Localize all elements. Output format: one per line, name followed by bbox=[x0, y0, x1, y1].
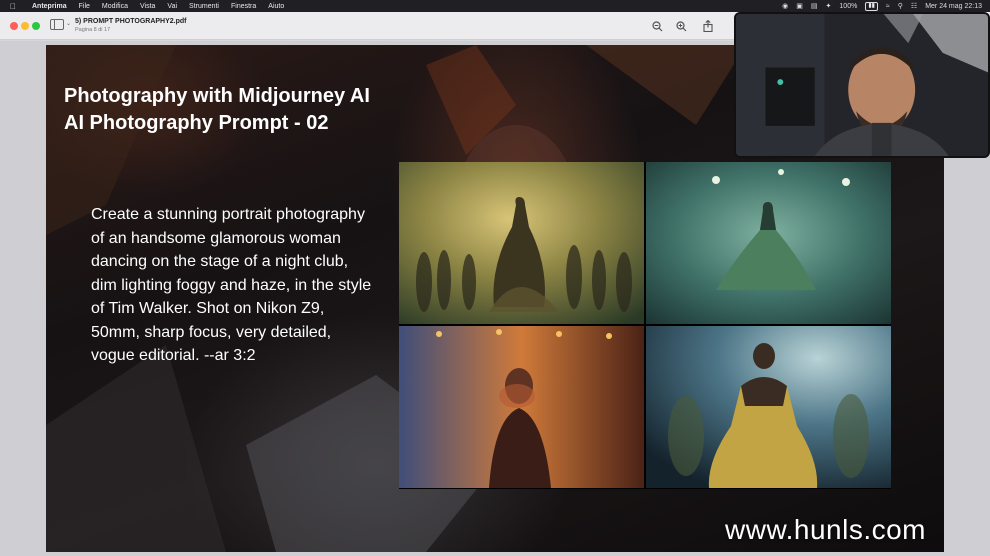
zoom-out-button[interactable] bbox=[649, 18, 665, 34]
menu-modifica[interactable]: Modifica bbox=[102, 3, 128, 10]
slide-title-line-1: Photography with Midjourney AI bbox=[64, 85, 370, 107]
menu-strumenti[interactable]: Strumenti bbox=[189, 3, 219, 10]
zoom-out-icon bbox=[651, 20, 662, 31]
spotlight-search-icon[interactable]: ⚲ bbox=[898, 2, 903, 10]
menu-bar:  Anteprima File Modifica Vista Vai Stru… bbox=[0, 0, 990, 12]
chevron-down-icon[interactable]: ⌄ bbox=[66, 20, 71, 27]
prompt-text: Create a stunning portrait photography o… bbox=[91, 206, 372, 364]
fullscreen-button[interactable] bbox=[32, 22, 40, 30]
battery-icon[interactable]: ▮▮ bbox=[865, 1, 878, 11]
generated-image-2 bbox=[646, 162, 891, 324]
display-icon[interactable]: ▣ bbox=[796, 2, 803, 10]
menu-vai[interactable]: Vai bbox=[167, 3, 177, 10]
page-indicator: Pagina 8 di 17 bbox=[75, 27, 111, 33]
menu-bar-status: ◉ ▣ ▤ ✦ 100% ▮▮ ≈ ⚲ ☷ Mer 24 mag 22:13 bbox=[782, 0, 982, 12]
slide-title-line-2: AI Photography Prompt - 02 bbox=[64, 112, 329, 134]
image-grid bbox=[399, 162, 891, 489]
close-button[interactable] bbox=[10, 22, 18, 30]
control-center-icon[interactable]: ☷ bbox=[911, 2, 917, 10]
share-button[interactable] bbox=[700, 18, 716, 34]
generated-image-4 bbox=[646, 326, 891, 488]
webcam-overlay bbox=[734, 12, 990, 158]
sidebar-toggle-icon[interactable] bbox=[50, 19, 64, 30]
screen-mirror-icon[interactable]: ▤ bbox=[811, 2, 818, 10]
menu-app-name[interactable]: Anteprima bbox=[32, 3, 67, 10]
battery-percent: 100% bbox=[839, 2, 858, 10]
watermark-text: www.hunls.com bbox=[725, 514, 927, 545]
clock-datetime[interactable]: Mer 24 mag 22:13 bbox=[925, 3, 982, 10]
menu-vista[interactable]: Vista bbox=[140, 3, 155, 10]
menu-finestra[interactable]: Finestra bbox=[231, 3, 256, 10]
share-icon bbox=[703, 20, 713, 32]
menu-aiuto[interactable]: Aiuto bbox=[268, 3, 284, 10]
menu-file[interactable]: File bbox=[79, 3, 90, 10]
wifi-icon[interactable]: ≈ bbox=[886, 3, 890, 10]
record-icon[interactable]: ◉ bbox=[782, 2, 788, 10]
generated-image-1 bbox=[399, 162, 644, 324]
minimize-button[interactable] bbox=[21, 22, 29, 30]
zoom-in-icon bbox=[675, 20, 686, 31]
apple-icon[interactable]:  bbox=[10, 2, 20, 11]
bluetooth-icon[interactable]: ✦ bbox=[826, 2, 832, 10]
webcam-feed bbox=[736, 14, 988, 156]
zoom-in-button[interactable] bbox=[673, 18, 689, 34]
generated-image-3 bbox=[399, 326, 644, 488]
document-title[interactable]: 5) PROMPT PHOTOGRAPHY2.pdf bbox=[75, 18, 187, 25]
slide-title: Photography with Midjourney AI AI Photog… bbox=[64, 83, 370, 137]
